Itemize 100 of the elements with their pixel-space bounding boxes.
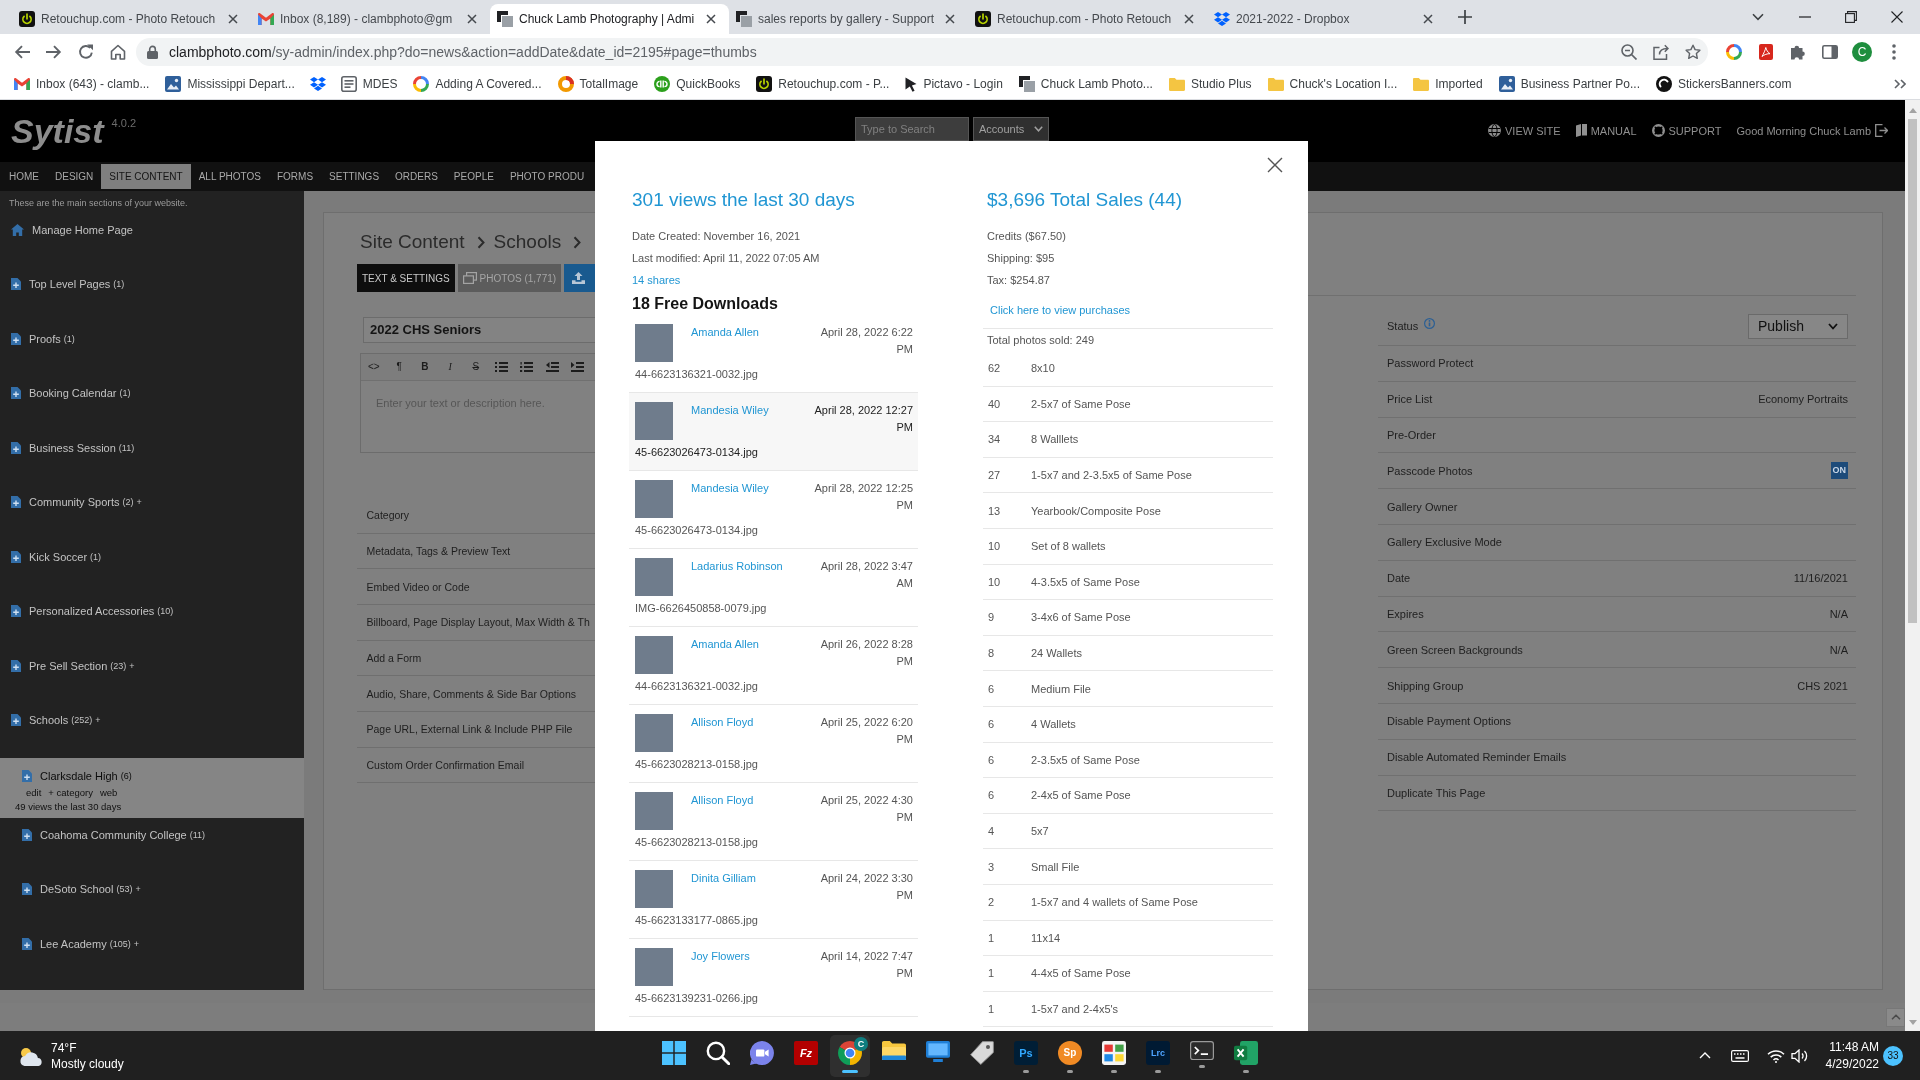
item-action-link[interactable]: + category bbox=[48, 785, 93, 800]
keyboard-icon[interactable] bbox=[1730, 1049, 1749, 1062]
numbered-list-icon[interactable] bbox=[520, 361, 534, 372]
bookmark[interactable]: TotalImage bbox=[552, 72, 644, 96]
search-icon[interactable] bbox=[706, 1040, 730, 1065]
clock-text[interactable]: 11:48 AM bbox=[1829, 1038, 1879, 1056]
nav-tab[interactable]: PEOPLE bbox=[445, 164, 502, 189]
forward-icon[interactable] bbox=[46, 44, 62, 59]
indent-icon[interactable] bbox=[571, 361, 585, 372]
nav-tab[interactable]: ALL PHOTOS bbox=[190, 164, 269, 189]
item-action-link[interactable]: web bbox=[99, 785, 118, 800]
share-icon[interactable] bbox=[1653, 43, 1669, 60]
plus-icon[interactable] bbox=[1458, 10, 1472, 24]
paragraph-button[interactable]: ¶ bbox=[386, 361, 412, 373]
title-field[interactable]: 2022 CHS Seniors bbox=[363, 317, 595, 343]
header-link[interactable]: VIEW SITE bbox=[1488, 124, 1561, 137]
start-icon[interactable] bbox=[662, 1040, 686, 1065]
bookmark[interactable]: QuickBooks bbox=[649, 72, 746, 96]
chevrons-icon[interactable] bbox=[1894, 79, 1906, 89]
breadcrumb-link[interactable]: Site Content bbox=[360, 231, 465, 253]
accounts-dropdown[interactable]: Accounts bbox=[973, 117, 1049, 141]
header-link[interactable]: SUPPORT bbox=[1651, 124, 1722, 137]
item-action-link[interactable]: edit bbox=[26, 785, 42, 800]
app-button[interactable]: Lrc bbox=[1146, 1040, 1170, 1065]
strikethrough-button[interactable]: S bbox=[463, 361, 489, 373]
folder-icon[interactable] bbox=[882, 1040, 906, 1060]
browser-tab[interactable]: Chuck Lamb Photography | Admi bbox=[490, 4, 729, 34]
chevron-icon[interactable] bbox=[1698, 1052, 1711, 1059]
sidebar-item[interactable]: Lee Academy (105) + bbox=[22, 934, 139, 953]
close-icon[interactable] bbox=[1423, 14, 1433, 24]
close-icon[interactable] bbox=[1891, 11, 1903, 23]
bookmark[interactable]: Chuck's Location I... bbox=[1262, 72, 1403, 96]
bold-button[interactable]: B bbox=[412, 361, 438, 373]
sidebar-item[interactable]: Pre Sell Section (23) + bbox=[11, 656, 135, 675]
side-panel-icon[interactable] bbox=[1822, 44, 1838, 59]
browser-tab[interactable]: Inbox (8,189) - clambphoto@gm bbox=[251, 4, 490, 34]
browser-icon[interactable] bbox=[838, 1040, 862, 1065]
wifi-icon[interactable] bbox=[1766, 1048, 1785, 1063]
browser-tab[interactable]: sales reports by gallery - Support bbox=[729, 4, 968, 34]
scroll-top-button[interactable] bbox=[1886, 1007, 1905, 1027]
sidebar-item[interactable]: Schools (252) + bbox=[11, 711, 101, 730]
tag-icon[interactable] bbox=[970, 1040, 994, 1065]
app-button[interactable]: Fz bbox=[794, 1040, 818, 1065]
document-icon[interactable] bbox=[1759, 43, 1773, 60]
sidebar-item[interactable]: Booking Calendar (1) bbox=[11, 384, 131, 403]
date-text[interactable]: 4/29/2022 bbox=[1825, 1055, 1879, 1073]
ring-logo-icon[interactable] bbox=[1726, 43, 1742, 60]
notification-badge[interactable]: 33 bbox=[1883, 1045, 1903, 1066]
bookmark[interactable]: Studio Plus bbox=[1163, 72, 1257, 96]
app-logo[interactable]: Sytist bbox=[11, 112, 104, 150]
terminal-icon[interactable] bbox=[1190, 1040, 1214, 1060]
browser-tab[interactable]: 2021-2022 - Dropbox bbox=[1207, 4, 1446, 34]
app-button[interactable]: Ps bbox=[1014, 1040, 1038, 1065]
bulleted-list-icon[interactable] bbox=[494, 361, 508, 372]
header-link[interactable]: MANUAL bbox=[1575, 124, 1637, 137]
sidebar-item[interactable]: DeSoto School (53) + bbox=[22, 880, 141, 899]
sidebar-item[interactable]: Personalized Accessories (10) bbox=[11, 602, 174, 621]
shares-link[interactable]: 14 shares bbox=[632, 269, 681, 291]
page-scrollbar[interactable] bbox=[1905, 100, 1920, 1031]
close-icon[interactable] bbox=[706, 14, 716, 24]
nav-tab[interactable]: HOME bbox=[1, 164, 47, 189]
bookmark[interactable]: Imported bbox=[1408, 72, 1488, 96]
nav-tab[interactable]: PHOTO PRODU bbox=[501, 164, 593, 189]
status-dropdown[interactable]: Publish bbox=[1748, 313, 1848, 339]
close-icon[interactable] bbox=[228, 14, 238, 24]
nav-tab[interactable]: SETTINGS bbox=[321, 164, 388, 189]
tile-app-icon[interactable] bbox=[1102, 1040, 1126, 1065]
sidebar-item[interactable]: Manage Home Page bbox=[11, 220, 133, 239]
sidebar-item[interactable]: Coahoma Community College (11) bbox=[22, 825, 206, 844]
breadcrumb-link[interactable]: Schools bbox=[493, 231, 562, 253]
sidebar-item[interactable]: Business Session (11) bbox=[11, 438, 135, 457]
monitor-icon[interactable] bbox=[926, 1040, 950, 1063]
close-icon[interactable] bbox=[945, 14, 955, 24]
code-button[interactable]: <> bbox=[361, 361, 387, 373]
toggle-switch[interactable]: ON bbox=[1830, 462, 1848, 480]
spreadsheet-icon[interactable] bbox=[1234, 1040, 1258, 1065]
bookmark[interactable]: Chuck Lamb Photo... bbox=[1013, 72, 1158, 96]
restore-icon[interactable] bbox=[1845, 11, 1857, 23]
outdent-icon[interactable] bbox=[545, 361, 559, 372]
cloud-sun-icon[interactable] bbox=[17, 1045, 43, 1066]
close-icon[interactable] bbox=[1267, 157, 1283, 173]
nav-tab[interactable]: FORMS bbox=[268, 164, 322, 189]
sidebar-item[interactable]: Community Sports (2) + bbox=[11, 493, 142, 512]
browser-tab[interactable]: Retouchup.com - Photo Retouch bbox=[968, 4, 1207, 34]
reload-icon[interactable] bbox=[78, 43, 94, 60]
bookmark[interactable]: Retouchup.com - P... bbox=[751, 72, 895, 96]
address-bar[interactable]: clambphoto.com/sy-admin/index.php?do=news&action=addDate&date_id=2195#page=thumbs bbox=[136, 37, 1708, 66]
lock-icon[interactable] bbox=[147, 44, 158, 59]
bookmark[interactable]: Pictavo - Login bbox=[900, 72, 1008, 96]
close-icon[interactable] bbox=[1184, 14, 1194, 24]
close-icon[interactable] bbox=[467, 14, 477, 24]
speaker-icon[interactable] bbox=[1790, 1048, 1809, 1063]
video-chat-icon[interactable] bbox=[750, 1040, 774, 1065]
zoom-icon[interactable] bbox=[1621, 43, 1637, 60]
back-icon[interactable] bbox=[14, 44, 30, 59]
scrollbar-thumb[interactable] bbox=[1908, 119, 1917, 623]
star-icon[interactable] bbox=[1685, 43, 1701, 60]
profile-button[interactable]: C bbox=[1852, 41, 1872, 62]
upload-button[interactable] bbox=[564, 264, 595, 292]
home-icon[interactable] bbox=[110, 43, 126, 60]
